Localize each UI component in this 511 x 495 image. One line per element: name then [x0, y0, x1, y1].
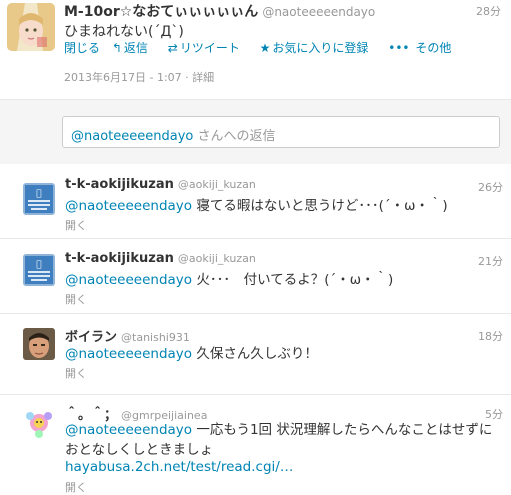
- tweet-text: @naoteeeeendayo 火･･･ 付いてるよ？(´・ω・｀): [65, 272, 394, 288]
- expand-link[interactable]: 開く: [65, 479, 87, 495]
- details-link[interactable]: 詳細: [192, 71, 214, 84]
- tweet-text: @naoteeeeendayo 一応もう1回 状況理解したらへんなことはせずにお…: [65, 422, 493, 458]
- mention-link[interactable]: @naoteeeeendayo: [65, 346, 192, 362]
- tweet-date: 2013年6月17日 - 1:07 · 詳細: [64, 71, 215, 84]
- expand-link[interactable]: 開く: [65, 365, 87, 381]
- timestamp[interactable]: 21分: [478, 253, 503, 269]
- reply-tweet[interactable]: ボイラン @tanishi931 18分 @naoteeeeendayo 久保さん…: [0, 314, 511, 395]
- star-icon: ★: [259, 41, 271, 55]
- expand-link[interactable]: 開く: [65, 291, 87, 307]
- reply-icon: ↰: [111, 41, 122, 55]
- retweet-button[interactable]: ⇄ リツイート: [168, 41, 248, 55]
- avatar[interactable]: [7, 3, 55, 51]
- retweet-icon: ⇄: [167, 41, 178, 55]
- tweet-text: @naoteeeeendayo 久保さん久しぶり！: [65, 346, 318, 362]
- close-button[interactable]: 閉じる: [64, 41, 100, 55]
- reply-input[interactable]: @naoteeeeendayo さんへの返信: [62, 116, 500, 148]
- reply-tweet[interactable]:  t-k-aokijikuzan@aokiji_kuzan 26分 @naot…: [0, 164, 511, 239]
- reply-area: @naoteeeeendayo さんへの返信: [0, 99, 511, 165]
- reply-button[interactable]: ↰ 返信: [112, 41, 156, 55]
- author-name[interactable]: t-k-aokijikuzan @aokiji_kuzan: [65, 251, 256, 266]
- more-button[interactable]: ••• その他: [388, 41, 459, 55]
- tweet-link[interactable]: hayabusa.2ch.net/test/read.cgi/…: [65, 457, 501, 477]
- mention-link[interactable]: @naoteeeeendayo: [65, 272, 192, 288]
- tweet-text: ひまねれない(´Д`): [64, 24, 184, 40]
- reply-tweet[interactable]: ＾。＾； @gmrpeijiainea 5分 @naoteeeeendayo 一応…: [0, 395, 511, 494]
- timestamp[interactable]: 18分: [478, 328, 503, 344]
- expanded-tweet: M-10or☆なおてぃぃぃぃぃん @naoteeeeendayo 28分 ひまねれ…: [0, 0, 511, 98]
- timestamp[interactable]: 26分: [478, 179, 503, 195]
- reply-tweet[interactable]:  t-k-aokijikuzan@aokiji_kuzan 21分 @naot…: [0, 239, 511, 314]
- reply-placeholder: @naoteeeeendayo さんへの返信: [71, 129, 276, 144]
- avatar[interactable]: : [23, 183, 55, 215]
- tweet-actions: 閉じる ↰ 返信 ⇄ リツイート ★ お気に入りに登録 ••• その他: [64, 39, 467, 56]
- avatar[interactable]: [23, 328, 55, 360]
- author-handle[interactable]: @naoteeeeendayo: [262, 5, 375, 19]
- timestamp[interactable]: 28分: [476, 3, 501, 19]
- mention-link[interactable]: @naoteeeeendayo: [65, 198, 192, 214]
- favorite-button[interactable]: ★ お気に入りに登録: [260, 41, 377, 55]
- tweet-text: @naoteeeeendayo 寝てる暇はないと思うけど･･･(´・ω・｀): [65, 198, 448, 214]
- mention-link[interactable]: @naoteeeeendayo: [65, 422, 192, 438]
- svg-text:: : [36, 260, 41, 270]
- svg-text:: : [36, 189, 41, 199]
- avatar[interactable]: [23, 407, 55, 439]
- author-name[interactable]: ボイラン @tanishi931: [65, 326, 190, 345]
- author-name[interactable]: M-10or☆なおてぃぃぃぃぃん @naoteeeeendayo: [64, 1, 375, 21]
- expand-link[interactable]: 開く: [65, 217, 87, 233]
- avatar[interactable]: : [23, 254, 55, 286]
- author-name[interactable]: t-k-aokijikuzan @aokiji_kuzan: [65, 177, 256, 192]
- more-dots-icon: •••: [388, 41, 410, 55]
